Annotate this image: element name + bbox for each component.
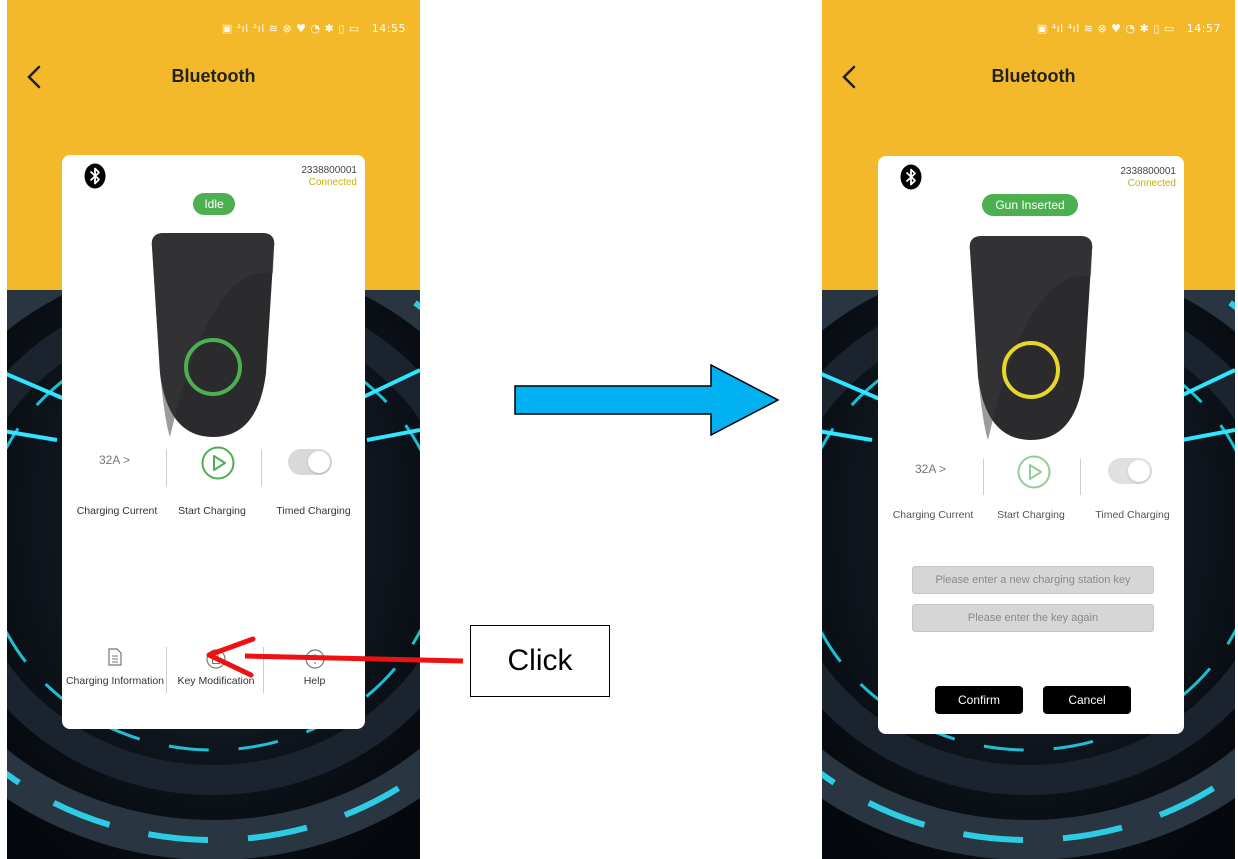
- control-row: 32A > Charging Current Start Charging Ti…: [62, 445, 365, 525]
- charging-information-button[interactable]: Charging Information: [62, 648, 168, 687]
- cancel-button[interactable]: Cancel: [1043, 686, 1131, 714]
- connection-status: Connected: [1127, 178, 1176, 189]
- charger-card: 2338800001 Connected Gun Inserted 32A > …: [878, 156, 1184, 734]
- divider: [166, 647, 167, 693]
- device-id: 2338800001: [1120, 166, 1176, 177]
- status-icons: ▣ ⁴ıl ⁴ıl ≋ ⊗ ♥ ◔ ✱ ▯ ▭: [1036, 22, 1175, 35]
- repeat-key-input[interactable]: [912, 604, 1154, 632]
- status-bar: ▣ ⁴ıl ⁴ıl ≋ ⊗ ♥ ◔ ✱ ▯ ▭ 14:55: [222, 22, 406, 35]
- click-callout: Click: [470, 625, 610, 697]
- phone-screen-before: ▣ ⁴ıl ⁴ıl ≋ ⊗ ♥ ◔ ✱ ▯ ▭ 14:55 Bluetooth …: [7, 0, 420, 859]
- device-info: 2338800001 Connected: [1120, 166, 1176, 190]
- status-bar: ▣ ⁴ıl ⁴ıl ≋ ⊗ ♥ ◔ ✱ ▯ ▭ 14:57: [1037, 22, 1221, 35]
- page-title: Bluetooth: [171, 66, 256, 86]
- new-key-input[interactable]: [912, 566, 1154, 594]
- divider: [261, 450, 262, 486]
- charging-current-label: Charging Current: [892, 509, 974, 521]
- charging-current-control[interactable]: 32A >: [878, 462, 983, 476]
- charging-current-value: 32A >: [914, 462, 947, 476]
- start-charging-label: Start Charging: [997, 509, 1065, 521]
- charger-illustration: [151, 233, 275, 437]
- control-row: 32A > Charging Current Start Charging Ti…: [878, 454, 1184, 534]
- timed-charging-toggle[interactable]: [288, 449, 332, 475]
- status-time: 14:57: [1186, 22, 1221, 35]
- confirm-button[interactable]: Confirm: [935, 686, 1023, 714]
- toggle-knob: [308, 451, 330, 473]
- play-icon: [1017, 455, 1051, 489]
- start-charging-button[interactable]: [200, 445, 236, 481]
- status-icons: ▣ ⁴ıl ⁴ıl ≋ ⊗ ♥ ◔ ✱ ▯ ▭: [221, 22, 360, 35]
- charging-current-value: 32A >: [98, 453, 131, 467]
- timed-charging-label: Timed Charging: [276, 505, 351, 517]
- bluetooth-icon: [900, 164, 922, 190]
- charging-current-control[interactable]: 32A >: [62, 453, 167, 467]
- phone-screen-after: ▣ ⁴ıl ⁴ıl ≋ ⊗ ♥ ◔ ✱ ▯ ▭ 14:57 Bluetooth …: [822, 0, 1235, 859]
- timed-charging-toggle[interactable]: [1108, 458, 1152, 484]
- status-time: 14:55: [371, 22, 406, 35]
- divider: [166, 450, 167, 486]
- start-charging-label: Start Charging: [178, 505, 246, 517]
- flow-arrow: [514, 364, 780, 436]
- page-title: Bluetooth: [991, 66, 1076, 86]
- charging-current-label: Charging Current: [76, 505, 158, 517]
- start-charging-button[interactable]: [1016, 454, 1052, 490]
- charging-information-label: Charging Information: [65, 675, 165, 687]
- pointer-arrow: [206, 636, 464, 678]
- toggle-knob: [1128, 460, 1150, 482]
- play-icon: [201, 446, 235, 480]
- bluetooth-icon: [84, 163, 106, 189]
- divider: [983, 459, 984, 495]
- device-info: 2338800001 Connected: [301, 165, 357, 189]
- connection-status: Connected: [308, 177, 357, 188]
- status-badge: Idle: [193, 193, 235, 215]
- charger-illustration: [969, 236, 1093, 440]
- device-id: 2338800001: [301, 165, 357, 176]
- status-badge: Gun Inserted: [982, 194, 1078, 216]
- timed-charging-label: Timed Charging: [1095, 509, 1170, 521]
- divider: [1080, 459, 1081, 495]
- document-icon: [108, 648, 122, 666]
